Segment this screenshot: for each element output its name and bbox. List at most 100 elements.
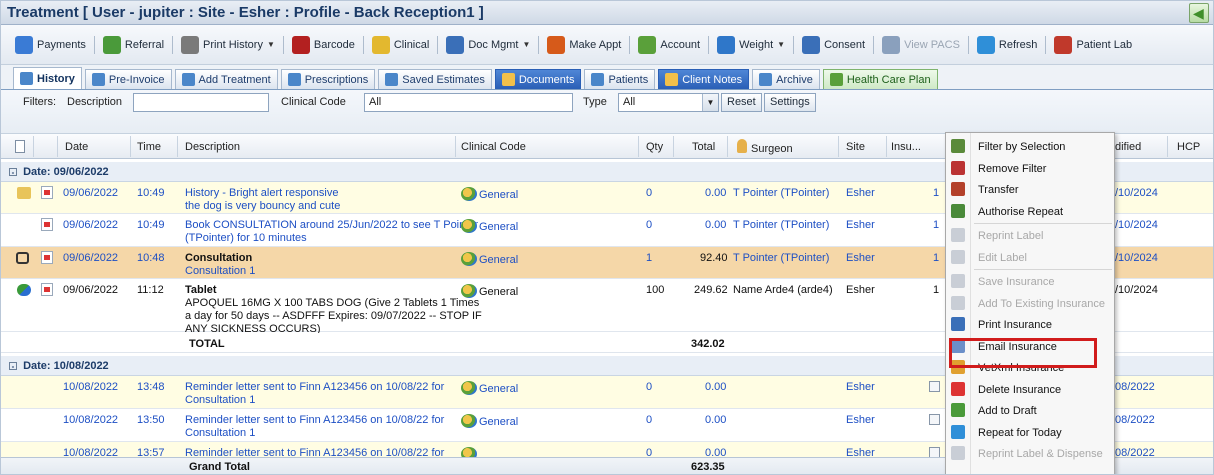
- tab-health-care-plan[interactable]: Health Care Plan: [822, 69, 938, 89]
- row-description[interactable]: Reminder letter sent to Finn A123456 on …: [185, 381, 444, 407]
- barcode-button[interactable]: Barcode: [288, 34, 359, 56]
- row-description[interactable]: Book CONSULTATION around 25/Jun/2022 to …: [185, 219, 478, 245]
- back-button[interactable]: ◀: [1189, 3, 1209, 23]
- col-date[interactable]: Date: [65, 141, 88, 153]
- collapse-icon[interactable]: -: [9, 362, 17, 371]
- col-insurance[interactable]: Insu...: [891, 141, 921, 153]
- referral-button[interactable]: Referral: [99, 34, 168, 56]
- description-input[interactable]: [133, 93, 269, 112]
- payments-button[interactable]: Payments: [11, 34, 90, 56]
- health-care-plan-tab-icon: [829, 73, 843, 86]
- menu-item-add-to-draft[interactable]: Add to Draft: [946, 400, 1114, 421]
- row-total: 0.00: [705, 414, 727, 426]
- col-clinical-code[interactable]: Clinical Code: [461, 141, 526, 153]
- document-icon[interactable]: [41, 218, 53, 231]
- print-history-button[interactable]: Print History ▼: [177, 34, 279, 56]
- col-modified[interactable]: dified: [1115, 141, 1141, 153]
- tab-prescriptions[interactable]: Prescriptions: [280, 69, 376, 89]
- row-total: 0.00: [705, 187, 727, 199]
- col-qty[interactable]: Qty: [646, 141, 663, 153]
- tab-documents[interactable]: Documents: [494, 69, 582, 89]
- doc-mgmt-button[interactable]: Doc Mgmt ▼: [442, 34, 534, 56]
- menu-item-print-insurance[interactable]: Print Insurance: [946, 314, 1114, 335]
- clinical-code-select[interactable]: All: [364, 93, 573, 112]
- insurance-checkbox[interactable]: [929, 381, 940, 392]
- consent-button[interactable]: Consent: [798, 34, 869, 56]
- col-surgeon[interactable]: Surgeon: [751, 143, 793, 155]
- consent-icon: [802, 35, 821, 54]
- settings-button[interactable]: Settings: [764, 93, 816, 112]
- row-site: Esher: [846, 381, 875, 393]
- row-total: 92.40: [700, 252, 728, 264]
- row-surgeon[interactable]: T Pointer (TPointer): [733, 252, 829, 265]
- row-description[interactable]: Reminder letter sent to Finn A123456 on …: [185, 414, 444, 440]
- type-value: All: [623, 96, 636, 108]
- tab-patients[interactable]: Patients: [584, 69, 656, 89]
- reset-button[interactable]: Reset: [721, 93, 762, 112]
- menu-item-label: Transfer: [978, 184, 1019, 196]
- row-surgeon[interactable]: Name Arde4 (arde4): [733, 284, 833, 297]
- menu-item-delete-insurance[interactable]: Delete Insurance: [946, 379, 1114, 400]
- clinical-button[interactable]: Clinical: [368, 34, 433, 56]
- menu-separator: [974, 223, 1112, 224]
- row-description[interactable]: Tablet APOQUEL 16MG X 100 TABS DOG (Give …: [185, 284, 482, 336]
- select-all-icon[interactable]: [15, 140, 25, 153]
- tab-saved-estimates[interactable]: Saved Estimates: [378, 69, 492, 89]
- row-insurance: 1: [933, 219, 940, 231]
- chevron-down-icon[interactable]: ▼: [267, 40, 275, 49]
- chevron-down-icon[interactable]: ▼: [777, 40, 785, 49]
- row-description[interactable]: History - Bright alert responsive the dog…: [185, 187, 340, 213]
- clinical-code-value: All: [369, 96, 382, 108]
- row-surgeon[interactable]: T Pointer (TPointer): [733, 187, 829, 200]
- menu-item-authorise-repeat[interactable]: Authorise Repeat: [946, 201, 1114, 222]
- pre-invoice-tab-icon: [91, 73, 105, 86]
- row-surgeon[interactable]: T Pointer (TPointer): [733, 219, 829, 232]
- back-arrow-icon: ◀: [1193, 5, 1204, 21]
- refresh-button[interactable]: Refresh: [973, 34, 1042, 56]
- menu-item-transfer[interactable]: Transfer: [946, 179, 1114, 200]
- chevron-down-icon[interactable]: ▼: [522, 40, 530, 49]
- row-clinical-code[interactable]: General: [461, 414, 518, 429]
- menu-item-label: Print Insurance: [978, 319, 1052, 331]
- col-total[interactable]: Total: [692, 141, 715, 153]
- tab-pre-invoice[interactable]: Pre-Invoice: [84, 69, 172, 89]
- toolbar-label: Print History: [203, 38, 263, 51]
- collapse-icon[interactable]: -: [9, 168, 17, 177]
- toolbar-label: View PACS: [904, 38, 960, 51]
- menu-item-filter-by-selection[interactable]: Filter by Selection: [946, 136, 1114, 157]
- row-clinical-code[interactable]: General: [461, 381, 518, 396]
- col-hcp[interactable]: HCP: [1177, 141, 1200, 153]
- make-appt-button[interactable]: Make Appt: [543, 34, 625, 56]
- document-icon[interactable]: [41, 186, 53, 199]
- row-insurance: 1: [933, 252, 940, 264]
- patient-lab-button[interactable]: Patient Lab: [1050, 34, 1136, 56]
- col-site[interactable]: Site: [846, 141, 865, 153]
- row-clinical-code[interactable]: General: [461, 219, 518, 234]
- tab-archive[interactable]: Archive: [752, 69, 820, 89]
- tab-add-treatment[interactable]: Add Treatment: [174, 69, 278, 89]
- row-clinical-code[interactable]: General: [461, 284, 518, 299]
- menu-item-repeat-for-today[interactable]: Repeat for Today: [946, 422, 1114, 443]
- insurance-checkbox[interactable]: [929, 414, 940, 425]
- row-modified: /10/2024: [1115, 252, 1158, 264]
- group-label: Date: 09/06/2022: [23, 166, 109, 178]
- account-button[interactable]: Account: [634, 34, 704, 56]
- toolbar-separator: [629, 35, 631, 54]
- col-time[interactable]: Time: [137, 141, 161, 153]
- type-select[interactable]: All ▼: [618, 93, 719, 112]
- row-clinical-code[interactable]: General: [461, 252, 518, 267]
- row-description[interactable]: Consultation Consultation 1: [185, 252, 255, 278]
- general-code-icon: [461, 252, 477, 266]
- row-clinical-code[interactable]: General: [461, 187, 518, 202]
- tab-client-notes[interactable]: Client Notes: [658, 69, 750, 89]
- document-icon[interactable]: [41, 251, 53, 264]
- menu-item-remove-filter[interactable]: Remove Filter: [946, 158, 1114, 179]
- document-icon[interactable]: [41, 283, 53, 296]
- menu-separator: [974, 269, 1112, 270]
- tab-label: Saved Estimates: [402, 73, 485, 86]
- weight-button[interactable]: Weight ▼: [713, 34, 789, 56]
- toolbar-separator: [793, 35, 795, 54]
- tab-history[interactable]: History: [13, 67, 82, 89]
- toolbar-label: Make Appt: [569, 38, 622, 51]
- col-description[interactable]: Description: [185, 141, 240, 153]
